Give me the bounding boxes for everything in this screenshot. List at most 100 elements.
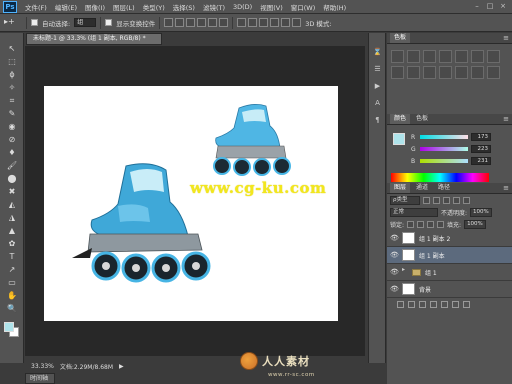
fill-input[interactable]: 100% [464,219,487,229]
new-group-icon[interactable] [441,300,448,308]
background-layer-row[interactable]: 👁 背景 [387,281,512,298]
dodge-tool-icon[interactable]: ◮ [5,212,19,223]
tab-channels[interactable]: 通道 [412,183,432,193]
zoom-level[interactable]: 33.33% [31,363,54,370]
distribute-hcenter-icon[interactable] [281,18,291,27]
swatch-cell[interactable] [487,66,500,79]
add-mask-icon[interactable] [419,300,426,308]
auto-select-dropdown[interactable]: 组 [74,18,97,27]
layer-name[interactable]: 背景 [419,285,431,294]
filter-adjust-icon[interactable] [433,196,440,204]
clone-stamp-tool-icon[interactable]: ♦ [5,147,19,158]
distribute-bottom-icon[interactable] [259,18,269,27]
maximize-button[interactable]: □ [485,2,495,11]
delete-layer-icon[interactable] [463,300,470,308]
history-icon[interactable]: ⌛ [372,47,383,57]
blue-slider[interactable] [420,159,468,163]
character-icon[interactable]: A [372,98,383,108]
filter-shape-icon[interactable] [453,196,460,204]
layer-kind-filter[interactable]: ρ类型 [390,195,420,205]
healing-brush-tool-icon[interactable]: ◉ [5,121,19,132]
align-bottom-icon[interactable] [186,18,196,27]
filter-type-icon[interactable] [443,196,450,204]
menu-select[interactable]: 选择(S) [169,2,199,12]
align-top-icon[interactable] [164,18,174,27]
red-slider[interactable] [420,135,468,139]
type-tool-icon[interactable]: T [5,251,19,262]
layer-style-icon[interactable] [408,300,415,308]
menu-help[interactable]: 帮助(H) [319,2,350,12]
visibility-eye-icon[interactable]: 👁 [390,234,399,242]
color-fg-chip[interactable] [393,133,405,145]
transform-controls-checkbox[interactable] [105,19,113,26]
swatch-cell[interactable] [455,66,468,79]
layer-group-row[interactable]: 👁 ▸ 组 1 [387,264,512,281]
swatch-cell[interactable] [391,66,404,79]
shape-tool-icon[interactable]: ✿ [5,238,19,249]
swatch-cell[interactable] [407,50,420,63]
expand-arrow-icon[interactable]: ▸ [402,266,408,278]
filter-smart-icon[interactable] [463,196,470,204]
visibility-eye-icon[interactable]: 👁 [390,268,399,276]
layer-name[interactable]: 组 1 [425,268,437,277]
layer-name[interactable]: 组 1 副本 2 [419,234,450,243]
menu-filter[interactable]: 滤镜(T) [199,2,229,12]
foreground-color-swatch[interactable] [4,322,14,332]
paragraph-icon[interactable]: ¶ [372,115,383,125]
align-left-icon[interactable] [197,18,207,27]
quick-select-tool-icon[interactable]: ✧ [5,82,19,93]
blue-value[interactable]: 231 [471,157,491,165]
align-right-icon[interactable] [219,18,229,27]
actions-icon[interactable]: ▶ [372,81,383,91]
menu-window[interactable]: 窗口(W) [287,2,320,12]
layer-row[interactable]: 👁 组 1 副本 2 [387,230,512,247]
menu-file[interactable]: 文件(F) [21,2,51,12]
auto-select-checkbox[interactable] [31,19,38,26]
red-value[interactable]: 173 [471,133,491,141]
tab-swatches[interactable]: 色板 [390,33,411,43]
canvas[interactable]: www.cg-ku.com [44,86,338,321]
align-vcenter-icon[interactable] [175,18,185,27]
distribute-vcenter-icon[interactable] [248,18,258,27]
lock-transparent-icon[interactable] [407,220,415,228]
status-arrow-icon[interactable]: ▶ [119,363,124,370]
close-button[interactable]: × [498,2,508,11]
green-value[interactable]: 223 [471,145,491,153]
menu-type[interactable]: 类型(Y) [139,2,169,12]
move-tool-icon[interactable]: ▸+ [4,17,22,29]
adjustment-layer-icon[interactable] [430,300,437,308]
blur-tool-icon[interactable]: ◭ [5,199,19,210]
menu-layer[interactable]: 图层(L) [109,2,139,12]
timeline-tab[interactable]: 时间轴 [25,373,55,384]
panel-menu-icon[interactable]: ≡ [503,34,509,42]
color-spectrum[interactable] [391,173,489,182]
green-slider[interactable] [420,147,468,151]
swatch-cell[interactable] [471,66,484,79]
swatch-cell[interactable] [391,50,404,63]
swatch-cell[interactable] [407,66,420,79]
menu-3d[interactable]: 3D(D) [229,3,256,11]
tab-color[interactable]: 颜色 [390,114,411,124]
swatch-cell[interactable] [439,66,452,79]
panel-menu-icon[interactable]: ≡ [503,115,509,123]
zoom-tool-icon[interactable]: 🔍 [5,303,19,314]
tab-paths[interactable]: 路径 [434,183,454,193]
new-layer-icon[interactable] [452,300,459,308]
link-layers-icon[interactable] [397,300,404,308]
marquee-tool-icon[interactable]: ⬚ [5,56,19,67]
panel-menu-icon[interactable]: ≡ [503,184,509,192]
distribute-left-icon[interactable] [270,18,280,27]
opacity-input[interactable]: 100% [470,207,493,217]
swatch-cell[interactable] [455,50,468,63]
distribute-right-icon[interactable] [292,18,302,27]
filter-pixel-icon[interactable] [423,196,430,204]
history-brush-tool-icon[interactable]: 🖌 [5,160,19,171]
document-tab[interactable]: 未标题-1 @ 33.3% (组 1 副本, RGB/8) * [26,33,162,45]
brush-tool-icon[interactable]: ⊘ [5,134,19,145]
visibility-eye-icon[interactable]: 👁 [390,251,399,259]
lock-all-icon[interactable] [437,220,445,228]
align-hcenter-icon[interactable] [208,18,218,27]
lock-image-icon[interactable] [417,220,425,228]
lock-position-icon[interactable] [427,220,435,228]
minimize-button[interactable]: – [472,2,482,11]
